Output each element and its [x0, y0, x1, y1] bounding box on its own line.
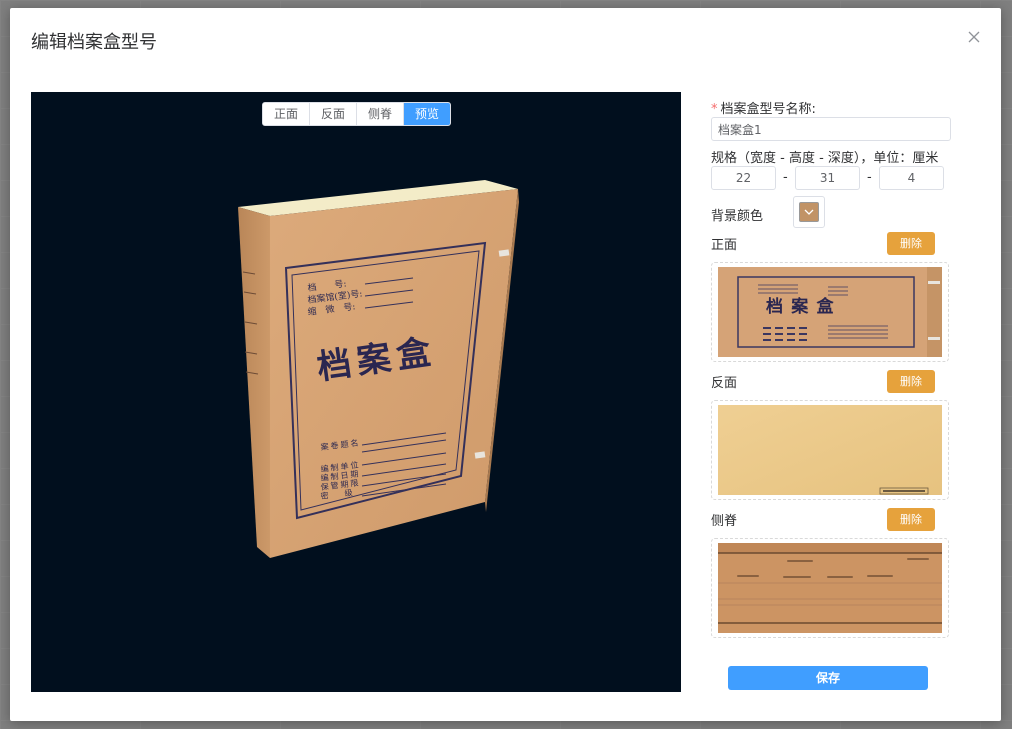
save-button[interactable]: 保存	[728, 666, 928, 690]
depth-input[interactable]	[879, 166, 944, 190]
dialog-title: 编辑档案盒型号	[31, 32, 157, 53]
delete-spine-button[interactable]: 删除	[887, 508, 935, 531]
bg-color-label: 背景颜色	[711, 209, 764, 224]
delete-back-button[interactable]: 删除	[887, 370, 935, 393]
back-image-thumb[interactable]	[711, 400, 949, 500]
height-input[interactable]	[795, 166, 860, 190]
box-name-input[interactable]	[711, 117, 951, 141]
view-tabs: 正面 反面 侧脊 预览	[262, 102, 452, 126]
front-thumb-title: 档 案 盒	[766, 296, 836, 316]
box-model-form: *档案盒型号名称: 规格（宽度 - 高度 - 深度），单位：厘米 - - 背景颜…	[710, 8, 970, 721]
color-swatch	[799, 202, 819, 222]
front-label: 正面	[711, 238, 738, 253]
tab-preview[interactable]: 预览	[404, 103, 451, 125]
spec-label: 规格（宽度 - 高度 - 深度），单位：厘米	[711, 151, 939, 166]
front-image-thumb[interactable]: 档 案 盒	[711, 262, 949, 362]
name-field-label: * 档案盒型号名称:	[711, 98, 816, 117]
edit-box-model-dialog: 编辑档案盒型号 档 号: 档案馆(室)号: 缩 微 号: 档案盒 案 卷 题 名…	[10, 8, 1001, 721]
width-input[interactable]	[711, 166, 776, 190]
name-label-text: 档案盒型号名称:	[720, 102, 816, 117]
bg-color-picker[interactable]	[793, 196, 825, 228]
archive-box-render: 档 号: 档案馆(室)号: 缩 微 号: 档案盒 案 卷 题 名 编 制 单 位…	[238, 180, 519, 558]
dash-separator: -	[783, 170, 788, 185]
back-label: 反面	[711, 376, 738, 391]
dash-separator: -	[867, 170, 872, 185]
delete-front-button[interactable]: 删除	[887, 232, 935, 255]
tab-spine[interactable]: 侧脊	[357, 103, 405, 125]
required-asterisk-icon: *	[711, 102, 718, 117]
chevron-down-icon	[804, 209, 814, 215]
box-3d-preview[interactable]: 档 号: 档案馆(室)号: 缩 微 号: 档案盒 案 卷 题 名 编 制 单 位…	[31, 92, 681, 692]
tab-front[interactable]: 正面	[263, 103, 311, 125]
tab-back[interactable]: 反面	[310, 103, 358, 125]
spine-label: 侧脊	[711, 514, 738, 529]
spine-image-thumb[interactable]	[711, 538, 949, 638]
